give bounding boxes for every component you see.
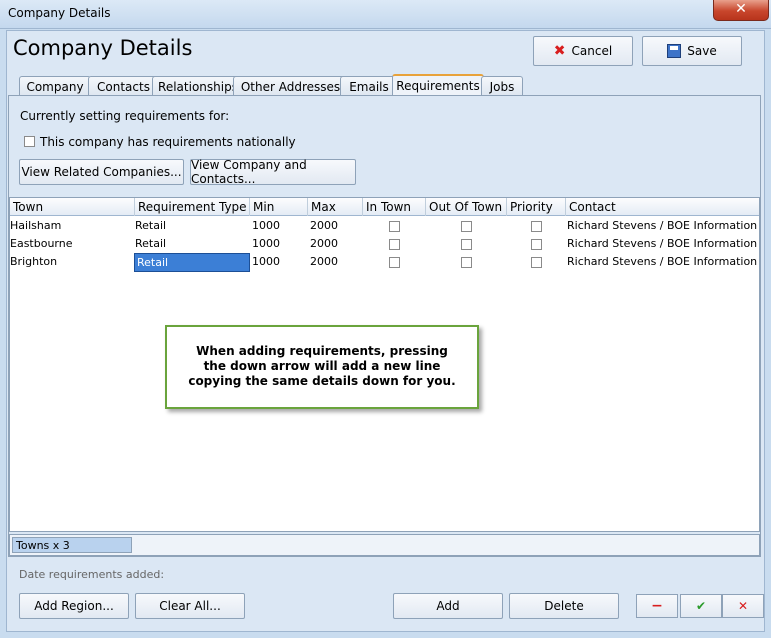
cell-town[interactable]: Hailsham: [10, 217, 134, 235]
in-town-checkbox[interactable]: [389, 257, 400, 268]
add-region-button[interactable]: Add Region...: [19, 593, 129, 619]
column-header-town[interactable]: Town: [10, 198, 135, 216]
cell-contact[interactable]: Richard Stevens / BOE Information Syst: [567, 253, 759, 271]
cell-town[interactable]: Eastbourne: [10, 235, 134, 253]
cell-requirement-type[interactable]: Retail: [135, 217, 249, 235]
tab-label: Jobs: [489, 79, 515, 94]
view-company-contacts-button[interactable]: View Company and Contacts...: [190, 158, 356, 186]
window-close-button[interactable]: ✕: [713, 0, 769, 21]
out-of-town-checkbox[interactable]: [461, 221, 472, 232]
clear-all-button[interactable]: Clear All...: [135, 593, 245, 619]
cell-requirement-type[interactable]: Retail: [135, 235, 249, 253]
in-town-checkbox[interactable]: [389, 221, 400, 232]
button-label: View Company and Contacts...: [191, 158, 307, 186]
cell-max[interactable]: 2000: [310, 235, 362, 253]
tab-label: Company: [26, 79, 84, 94]
save-button[interactable]: Save: [642, 36, 742, 66]
cell-contact[interactable]: Richard Stevens / BOE Information Syst: [567, 217, 759, 235]
save-label: Save: [687, 44, 717, 58]
tab-label: Contacts: [97, 79, 150, 94]
column-header-in-town[interactable]: In Town: [363, 198, 426, 216]
grid-footer: Towns x 3: [9, 534, 760, 556]
cell-max[interactable]: 2000: [310, 253, 362, 271]
cancel-icon: ✖: [553, 43, 566, 59]
date-added-label: Date requirements added:: [19, 568, 165, 581]
view-related-companies-button[interactable]: View Related Companies...: [19, 159, 184, 185]
priority-checkbox[interactable]: [531, 221, 542, 232]
national-checkbox[interactable]: [24, 136, 35, 147]
tab-label: Requirements: [396, 79, 480, 93]
tab-requirements[interactable]: Requirements: [392, 74, 484, 96]
priority-checkbox[interactable]: [531, 239, 542, 250]
check-icon: ✔: [695, 599, 707, 613]
tab-company[interactable]: Company: [19, 76, 91, 96]
cell-min[interactable]: 1000: [252, 235, 307, 253]
cancel-button[interactable]: ✖ Cancel: [533, 36, 633, 66]
button-label: Add Region...: [34, 599, 114, 613]
cell-contact[interactable]: Richard Stevens / BOE Information Syst: [567, 235, 759, 253]
cell-min[interactable]: 1000: [252, 217, 307, 235]
window-titlebar: Company Details ✕: [0, 0, 771, 29]
out-of-town-checkbox[interactable]: [461, 239, 472, 250]
column-header-contact[interactable]: Contact: [566, 198, 759, 216]
delete-button[interactable]: Delete: [509, 593, 619, 619]
tab-emails[interactable]: Emails: [340, 76, 398, 96]
tab-label: Relationships: [158, 79, 238, 94]
save-disk-icon: [667, 44, 682, 58]
cell-town[interactable]: Brighton: [10, 253, 134, 271]
page-title: Company Details: [13, 36, 193, 60]
column-header-max[interactable]: Max: [308, 198, 363, 216]
cell-min[interactable]: 1000: [252, 253, 307, 271]
grid-header: Town Requirement Type Min Max In Town Ou…: [10, 198, 759, 216]
tab-other-addresses[interactable]: Other Addresses: [233, 76, 348, 96]
tab-relationships[interactable]: Relationships: [152, 76, 244, 96]
cross-icon: ✕: [737, 599, 749, 613]
column-header-requirement-type[interactable]: Requirement Type: [135, 198, 250, 216]
button-label: Delete: [544, 599, 584, 613]
tab-label: Emails: [349, 79, 389, 94]
confirm-button[interactable]: ✔: [680, 594, 722, 618]
minus-icon: −: [651, 598, 663, 614]
tab-contacts[interactable]: Contacts: [88, 76, 159, 96]
in-town-checkbox[interactable]: [389, 239, 400, 250]
button-label: Add: [436, 599, 460, 613]
priority-checkbox[interactable]: [531, 257, 542, 268]
setting-label: Currently setting requirements for:: [20, 109, 230, 123]
tab-label: Other Addresses: [240, 79, 341, 94]
button-label: View Related Companies...: [21, 165, 182, 179]
column-header-min[interactable]: Min: [250, 198, 308, 216]
discard-button[interactable]: ✕: [722, 594, 764, 618]
out-of-town-checkbox[interactable]: [461, 257, 472, 268]
button-label: Clear All...: [159, 599, 221, 613]
remove-row-button[interactable]: −: [636, 594, 678, 618]
add-button[interactable]: Add: [393, 593, 503, 619]
cell-requirement-type-selected[interactable]: Retail: [134, 253, 250, 272]
column-header-priority[interactable]: Priority: [507, 198, 566, 216]
tip-callout: When adding requirements, pressing the d…: [165, 325, 479, 409]
towns-count-summary: Towns x 3: [12, 537, 132, 553]
window-title: Company Details: [8, 6, 111, 20]
national-label: This company has requirements nationally: [40, 135, 296, 149]
cancel-label: Cancel: [571, 44, 613, 58]
close-icon: ✕: [735, 1, 747, 17]
cell-max[interactable]: 2000: [310, 217, 362, 235]
tab-jobs[interactable]: Jobs: [481, 76, 523, 96]
column-header-out-of-town[interactable]: Out Of Town: [426, 198, 507, 216]
